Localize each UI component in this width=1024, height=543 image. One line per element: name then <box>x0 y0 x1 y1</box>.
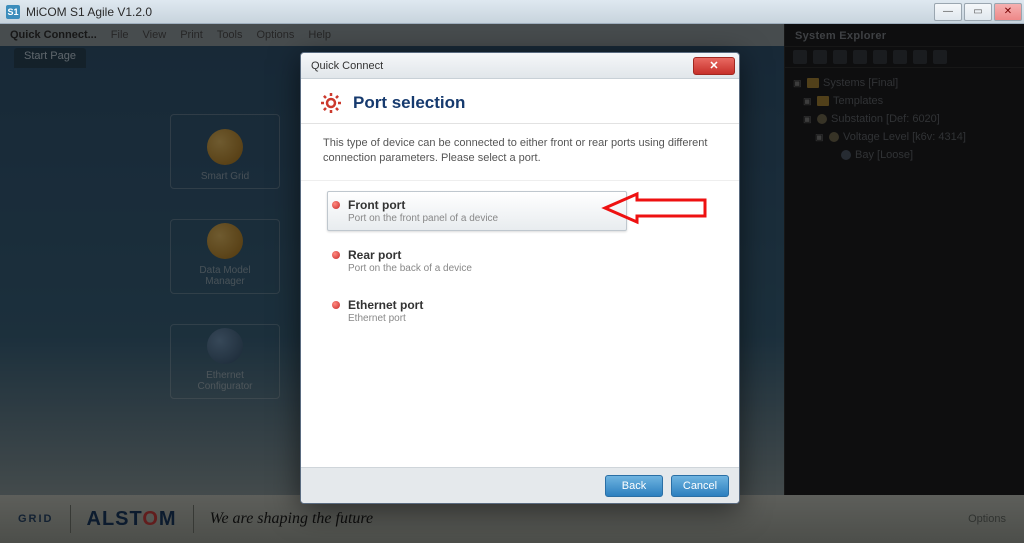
port-option-sub: Port on the back of a device <box>348 263 702 274</box>
bullet-icon <box>332 301 340 309</box>
port-option-front[interactable]: Front port Port on the front panel of a … <box>327 191 627 231</box>
port-option-title: Rear port <box>348 248 702 262</box>
window-title: MiCOM S1 Agile V1.2.0 <box>26 5 152 19</box>
port-option-ethernet[interactable]: Ethernet port Ethernet port <box>327 291 713 331</box>
app-icon: S1 <box>6 5 20 19</box>
dialog-title: Quick Connect <box>311 60 383 72</box>
maximize-button[interactable]: ▭ <box>964 3 992 21</box>
dialog-close-button[interactable]: ✕ <box>693 57 735 75</box>
port-option-rear[interactable]: Rear port Port on the back of a device <box>327 241 713 281</box>
gear-icon <box>319 91 343 115</box>
dialog-titlebar[interactable]: Quick Connect ✕ <box>301 53 739 79</box>
window-close-button[interactable]: ✕ <box>994 3 1022 21</box>
port-options-list: Front port Port on the front panel of a … <box>301 181 739 467</box>
cancel-button[interactable]: Cancel <box>671 475 729 497</box>
dialog-footer: Back Cancel <box>301 467 739 503</box>
bullet-icon <box>332 201 340 209</box>
window-controls: — ▭ ✕ <box>934 3 1022 21</box>
port-option-title: Ethernet port <box>348 298 702 312</box>
dialog-header: Port selection <box>301 79 739 124</box>
back-button[interactable]: Back <box>605 475 663 497</box>
quick-connect-dialog: Quick Connect ✕ Port selection This type… <box>300 52 740 504</box>
port-option-title: Front port <box>348 198 616 212</box>
minimize-button[interactable]: — <box>934 3 962 21</box>
window-titlebar: S1 MiCOM S1 Agile V1.2.0 — ▭ ✕ <box>0 0 1024 24</box>
dialog-heading: Port selection <box>353 93 465 113</box>
port-option-sub: Port on the front panel of a device <box>348 213 616 224</box>
bullet-icon <box>332 251 340 259</box>
port-option-sub: Ethernet port <box>348 313 702 324</box>
dialog-description: This type of device can be connected to … <box>301 124 739 181</box>
